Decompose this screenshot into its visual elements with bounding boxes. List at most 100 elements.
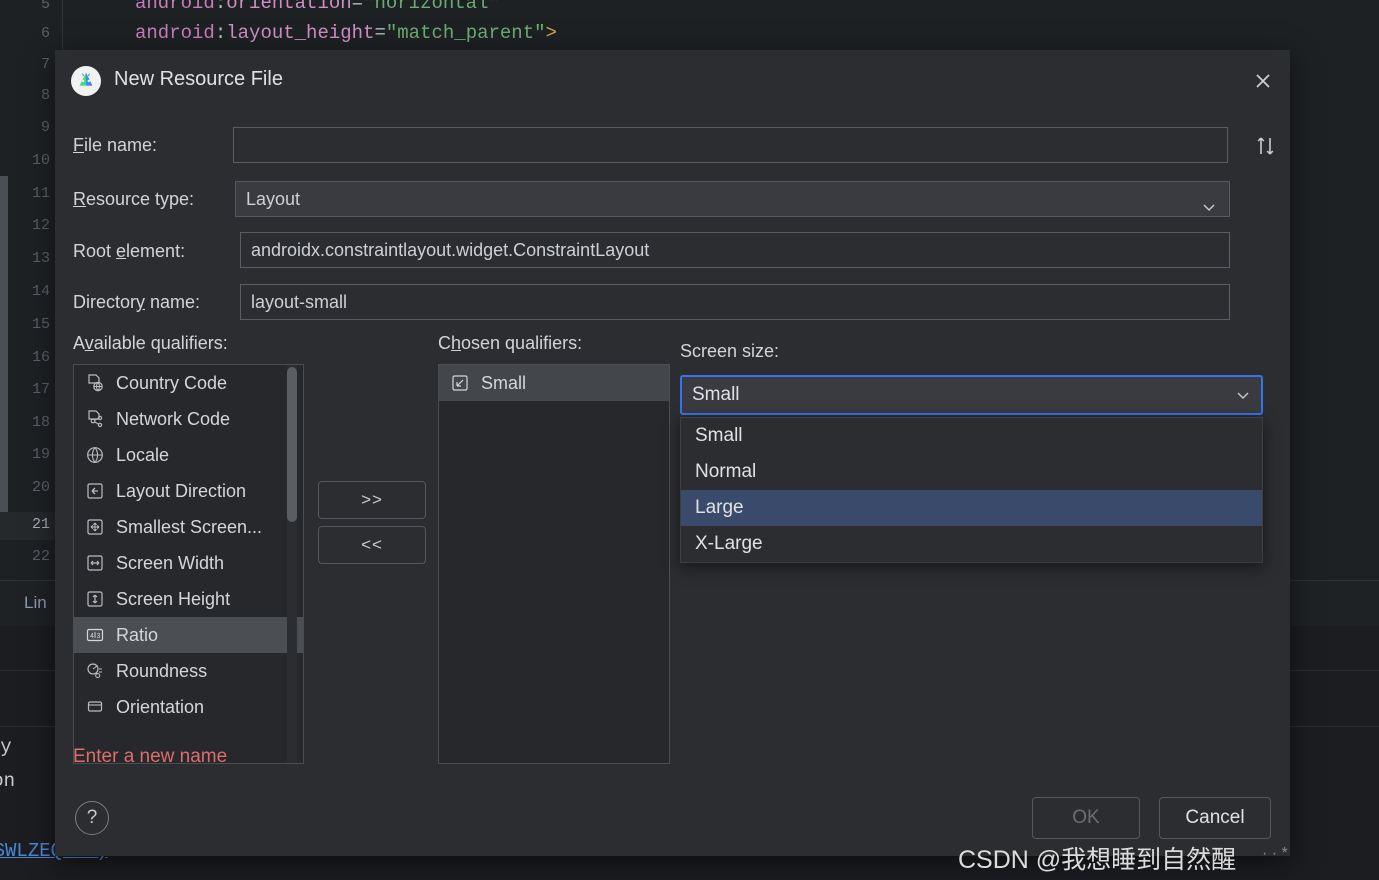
available-list-scrollbar[interactable] [287, 365, 297, 763]
screen-size-value: Small [692, 384, 740, 405]
dropdown-option-label: Small [695, 425, 743, 446]
list-item-label: Smallest Screen... [116, 516, 263, 537]
dialog-title-bar: New Resource File [55, 50, 1290, 110]
help-button[interactable]: ? [75, 801, 109, 835]
gutter-line-number: 22 [31, 548, 50, 565]
list-item-country-code[interactable]: Country Code [74, 365, 303, 401]
gutter-line-number: 11 [31, 185, 50, 202]
watermark-marks: · · * [1262, 845, 1288, 862]
dropdown-option-normal[interactable]: Normal [681, 454, 1262, 490]
resource-type-value: Layout [246, 189, 301, 209]
swap-vertical-icon[interactable] [1254, 132, 1278, 165]
directory-name-input[interactable] [240, 284, 1230, 320]
list-item-label: Ratio [116, 624, 159, 645]
gutter-line-number: 19 [31, 446, 50, 463]
network-code-icon [84, 408, 106, 430]
cancel-button[interactable]: Cancel [1159, 797, 1271, 839]
gutter-line-number: 16 [31, 349, 50, 366]
screen-size-dropdown-list[interactable]: Small Normal Large X-Large [680, 417, 1263, 563]
ratio-icon: 4 3 [84, 624, 106, 646]
smallest-screen-icon [84, 516, 106, 538]
android-studio-icon [71, 66, 101, 96]
close-icon[interactable] [1246, 64, 1280, 98]
gutter-line-number-current: 21 [31, 516, 50, 533]
gutter-line-number: 10 [31, 152, 50, 169]
log-line: ction [0, 770, 16, 792]
available-qualifiers-label: Available qualifiers: [73, 333, 228, 353]
chevron-down-icon [1235, 387, 1251, 409]
available-qualifiers-list[interactable]: Country Code Network Code Locale Layout … [73, 364, 304, 764]
validation-error-message: Enter a new name [73, 746, 228, 767]
chevron-down-icon [1201, 192, 1217, 226]
orientation-icon [84, 696, 106, 718]
dropdown-option-large[interactable]: Large [681, 490, 1262, 526]
gutter-line-number: 5 [40, 0, 50, 13]
gutter-line-number: 9 [40, 119, 50, 136]
list-item-label: Network Code [116, 408, 231, 429]
dialog-title: New Resource File [114, 68, 283, 90]
list-item-layout-direction[interactable]: Layout Direction [74, 473, 303, 509]
roundness-icon [84, 660, 106, 682]
resource-type-label: Resource type: [73, 189, 195, 209]
root-element-input[interactable] [240, 232, 1230, 268]
list-item-screen-width[interactable]: Screen Width [74, 545, 303, 581]
gutter-line-number: 12 [31, 217, 50, 234]
country-code-icon [84, 372, 106, 394]
list-item-network-code[interactable]: Network Code [74, 401, 303, 437]
status-line-label: Lin [24, 593, 47, 612]
list-item-label: Screen Height [116, 588, 231, 609]
locale-globe-icon [84, 444, 106, 466]
list-item-small[interactable]: Small [439, 365, 669, 401]
root-element-label: Root element: [73, 241, 186, 261]
scrollbar-thumb[interactable] [287, 367, 297, 522]
add-qualifier-label: >> [361, 490, 383, 509]
svg-text:3: 3 [97, 633, 101, 640]
remove-qualifier-button[interactable]: << [318, 526, 426, 564]
dropdown-option-label: Large [695, 497, 744, 518]
dropdown-option-label: Normal [695, 461, 757, 482]
screen-width-icon [84, 552, 106, 574]
help-button-label: ? [86, 807, 98, 828]
new-resource-file-dialog: New Resource File File name: Resource ty… [55, 50, 1290, 856]
list-item-orientation[interactable]: Orientation [74, 689, 303, 725]
dropdown-option-small[interactable]: Small [681, 418, 1262, 454]
file-name-label: File name: [73, 135, 158, 155]
list-item-label: Country Code [116, 372, 228, 393]
list-item-smallest-screen-width[interactable]: Smallest Screen... [74, 509, 303, 545]
list-item-label: Roundness [116, 660, 208, 681]
list-item-roundness[interactable]: Roundness [74, 653, 303, 689]
gutter-line-number: 15 [31, 316, 50, 333]
editor-gutter: 5 6 7 8 9 10 11 12 13 14 15 16 17 18 19 … [0, 0, 56, 580]
gutter-line-number: 6 [40, 25, 50, 42]
cancel-button-label: Cancel [1185, 807, 1245, 828]
screen-height-icon [84, 588, 106, 610]
list-item-label: Layout Direction [116, 480, 247, 501]
code-line-5: android:orientation="horizontal" [135, 0, 500, 14]
dropdown-option-x-large[interactable]: X-Large [681, 526, 1262, 562]
directory-name-label: Directory name: [73, 292, 201, 312]
list-item-ratio[interactable]: 4 3 Ratio [74, 617, 303, 653]
ok-button[interactable]: OK [1032, 797, 1140, 839]
chosen-qualifiers-list[interactable]: Small [438, 364, 670, 764]
dropdown-option-label: X-Large [695, 533, 763, 554]
add-qualifier-button[interactable]: >> [318, 481, 426, 519]
file-name-input[interactable] [233, 127, 1228, 163]
gutter-change-marker [0, 176, 8, 512]
resource-type-combo[interactable]: Layout [235, 181, 1230, 217]
list-item-label: Small [481, 372, 527, 393]
gutter-line-number: 17 [31, 381, 50, 398]
list-item-locale[interactable]: Locale [74, 437, 303, 473]
screen-size-icon [449, 372, 471, 394]
screen-size-select[interactable]: Small [680, 375, 1263, 415]
gutter-line-number: 8 [40, 87, 50, 104]
screen-size-label: Screen size: [680, 341, 780, 361]
ok-button-label: OK [1072, 807, 1100, 828]
layout-direction-icon [84, 480, 106, 502]
code-line-6: android:layout_height="match_parent"> [135, 22, 557, 44]
remove-qualifier-label: << [361, 535, 383, 554]
gutter-line-number: 7 [40, 56, 50, 73]
gutter-line-number: 14 [31, 283, 50, 300]
svg-text:4: 4 [90, 633, 94, 640]
gutter-line-number: 13 [31, 250, 50, 267]
list-item-screen-height[interactable]: Screen Height [74, 581, 303, 617]
